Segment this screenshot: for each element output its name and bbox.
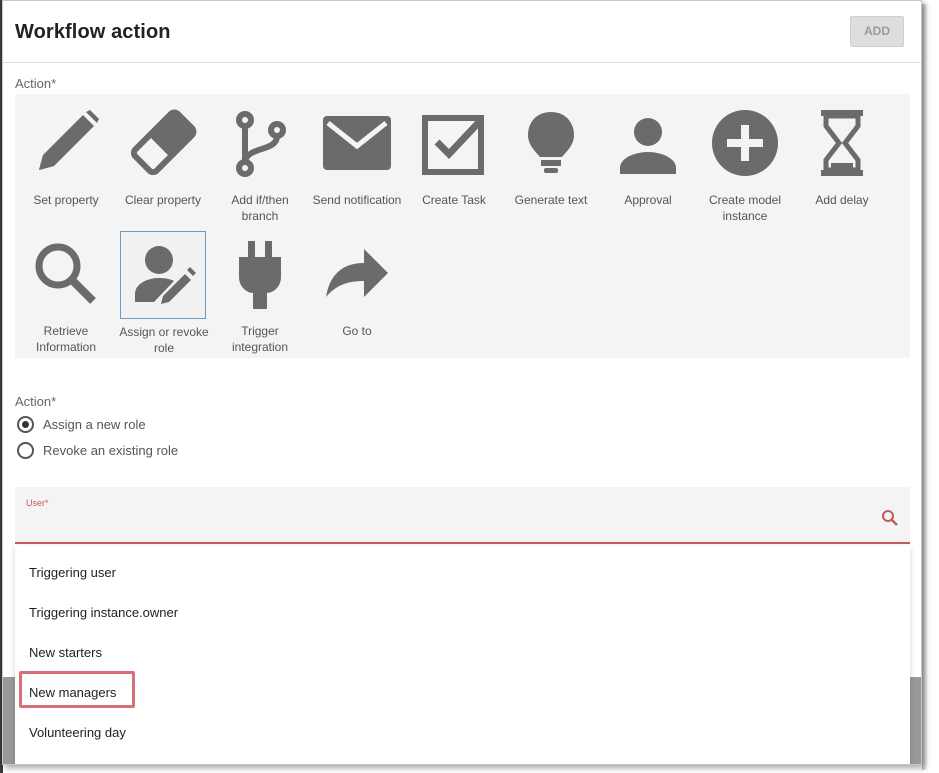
person-edit-icon [121, 240, 207, 310]
tile-create-task[interactable]: Create Task [411, 102, 497, 207]
checkbox-icon [411, 108, 497, 178]
workflow-action-dialog: Workflow action ADD Action* Set property… [2, 0, 922, 765]
tile-label: Retrieve Information [35, 324, 97, 354]
branch-icon [217, 108, 303, 178]
dropdown-option-highlighted[interactable]: New managers [29, 685, 116, 700]
dropdown-option[interactable]: Triggering instance.owner [29, 605, 178, 620]
dropdown-option[interactable]: New starters [29, 645, 102, 660]
person-icon [605, 108, 691, 178]
action-section-label: Action* [15, 76, 57, 91]
tile-label: Go to [342, 324, 372, 338]
lightbulb-icon [508, 108, 594, 178]
tile-label: Approval [624, 193, 672, 207]
tile-set-property[interactable]: Set property [23, 102, 109, 207]
add-button[interactable]: ADD [850, 16, 904, 47]
tile-label: Send notification [312, 193, 402, 207]
radio-label: Assign a new role [43, 417, 146, 432]
tile-label: Add delay [815, 193, 869, 207]
forward-arrow-icon [314, 239, 400, 309]
tile-create-model-instance[interactable]: Create model instance [702, 102, 788, 223]
tile-send-notification[interactable]: Send notification [313, 102, 401, 207]
action-tile-grid: Set property Clear property Add if/then … [15, 94, 910, 358]
tile-label: Assign or revoke role [119, 325, 209, 355]
tile-label: Create Task [422, 193, 486, 207]
envelope-icon [314, 108, 400, 178]
tile-retrieve-information[interactable]: Retrieve Information [23, 233, 109, 354]
radio-button[interactable] [17, 442, 34, 459]
tile-label: Clear property [124, 193, 202, 207]
tile-generate-text[interactable]: Generate text [508, 102, 594, 207]
magnifier-icon [23, 239, 109, 309]
user-field[interactable]: User* [15, 487, 910, 544]
eraser-icon [120, 108, 206, 178]
tile-label: Add if/then branch [231, 193, 289, 223]
tile-add-delay[interactable]: Add delay [799, 102, 885, 207]
tile-clear-property[interactable]: Clear property [120, 102, 206, 207]
tile-label: Generate text [514, 193, 588, 207]
tile-assign-revoke-role[interactable]: Assign or revoke role [119, 231, 209, 355]
plug-icon [217, 239, 303, 309]
radio-button-checked[interactable] [17, 416, 34, 433]
plus-circle-icon [702, 108, 788, 178]
dialog-title: Workflow action [15, 21, 171, 43]
dropdown-option[interactable]: Triggering user [29, 565, 116, 580]
tile-add-branch[interactable]: Add if/then branch [217, 102, 303, 223]
tile-label: Create model instance [708, 193, 782, 223]
tile-label: Trigger integration [231, 324, 289, 354]
hourglass-icon [799, 108, 885, 178]
user-field-label: User* [26, 498, 49, 508]
search-icon[interactable] [881, 509, 899, 527]
dialog-header: Workflow action ADD [3, 1, 921, 63]
tile-label: Set property [33, 193, 99, 207]
tile-approval[interactable]: Approval [605, 102, 691, 207]
role-action-label: Action* [15, 394, 57, 409]
radio-label: Revoke an existing role [43, 443, 179, 458]
tile-go-to[interactable]: Go to [314, 233, 400, 338]
user-dropdown-list: Triggering user Triggering instance.owne… [15, 546, 910, 764]
dialog-shadow [922, 4, 928, 770]
tile-trigger-integration[interactable]: Trigger integration [217, 233, 303, 354]
pencil-icon [23, 108, 109, 178]
dropdown-option[interactable]: Volunteering day [29, 725, 126, 740]
